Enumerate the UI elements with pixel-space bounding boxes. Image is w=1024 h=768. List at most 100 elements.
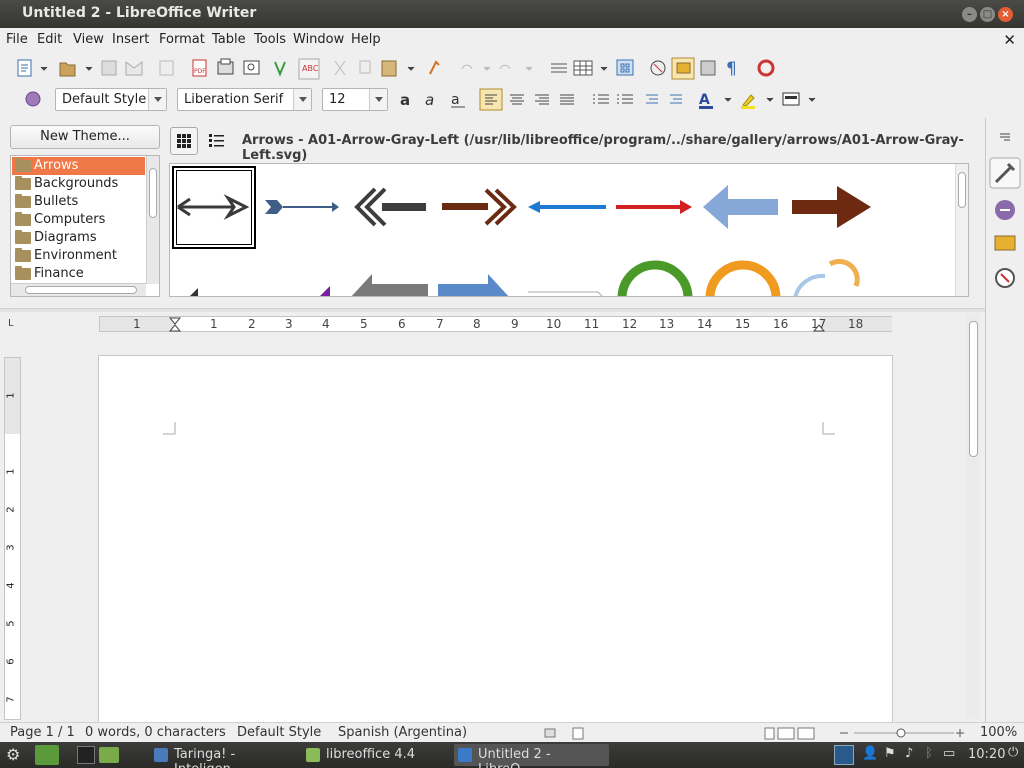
minimize-button[interactable]: – [962,7,977,22]
list-view-icon [209,134,224,147]
status-icons [544,727,815,740]
battery-icon[interactable]: ▭ [943,746,955,761]
document-page[interactable] [98,355,893,725]
menu-table[interactable]: Table [212,32,246,47]
menu-help[interactable]: Help [351,32,381,47]
task-taringa[interactable]: Taringa! - Inteligen... [150,744,300,768]
ruler-tick: 16 [773,317,789,331]
icon-view-button[interactable] [170,127,198,155]
network-icon[interactable]: ⚑ [884,746,896,761]
single-page-view-icon [764,727,775,740]
standard-toolbar-icons: PDF ABC ¶ [17,57,775,80]
gallery-items-pane[interactable] [169,163,969,297]
menu-insert[interactable]: Insert [112,32,149,47]
standard-toolbar: PDF ABC ¶ [0,52,1024,84]
gallery-item-arrow-lightblue-left[interactable] [703,185,778,229]
menu-format[interactable]: Format [159,32,205,47]
svg-text:PDF: PDF [194,68,206,75]
gallery-item-arrow-double-chevron-left[interactable] [354,187,426,227]
window-title: Untitled 2 - LibreOffice Writer [22,5,257,21]
show-desktop-icon[interactable] [35,745,59,765]
right-indent-icon[interactable] [812,317,828,333]
menu-window[interactable]: Window [293,32,344,47]
gallery-thumbnails [177,185,871,296]
menu-edit[interactable]: Edit [37,32,62,47]
file-manager-icon[interactable] [99,747,119,763]
vruler-tick: 6 [5,658,17,665]
ruler-tick: 11 [584,317,600,331]
horizontal-ruler[interactable]: 1 1 2 3 4 5 6 7 8 9 10 11 12 13 14 15 16… [99,316,892,332]
menu-tools[interactable]: Tools [254,32,286,47]
document-vscrollbar[interactable] [966,313,980,719]
svg-text:a: a [451,92,460,108]
close-document-icon[interactable]: ✕ [1003,31,1016,49]
task-libreoffice-folder[interactable]: libreoffice 4.4 [302,744,450,766]
svg-text:ABC: ABC [302,64,319,73]
theme-item-computers[interactable]: Computers [12,211,145,229]
zoom-slider-handle [896,728,906,738]
power-icon[interactable]: ⏻ [1008,745,1018,760]
gallery-item-arrow-blue-right[interactable] [265,200,339,214]
folder-icon [15,176,31,190]
menu-file[interactable]: File [6,32,28,47]
clock[interactable]: 10:20 [968,747,1005,762]
font-name-combo[interactable]: Liberation Serif [177,88,312,111]
page-style[interactable]: Default Style [237,725,321,740]
close-window-button[interactable]: × [998,7,1013,22]
chevron-down-icon[interactable] [293,89,311,110]
chevron-down-icon[interactable] [369,89,387,110]
folder-icon [15,212,31,226]
theme-list[interactable]: Arrows Backgrounds Bullets Computers Dia… [10,155,160,297]
theme-item-diagrams[interactable]: Diagrams [12,229,145,247]
theme-item-arrows[interactable]: Arrows [12,157,145,175]
menu-view[interactable]: View [73,32,104,47]
gallery-selected-item[interactable] [172,166,256,249]
gallery-item-arrow-brown-double-right[interactable] [442,188,517,226]
text-boundary-marks [163,422,835,435]
bluetooth-icon[interactable]: ᛒ [925,746,933,761]
vruler-tick: 4 [5,582,17,589]
theme-item-finance[interactable]: Finance [12,265,145,283]
gallery-item-arrow-darkbrown-right[interactable] [792,186,871,228]
theme-item-backgrounds[interactable]: Backgrounds [12,175,145,193]
zoom-level[interactable]: 100% [980,725,1017,740]
theme-list-hscrollbar[interactable] [11,283,146,296]
system-monitor-icon[interactable] [834,745,854,765]
gallery-item-arrow-blue-left[interactable] [528,201,606,213]
ruler-tick: 7 [436,317,444,331]
theme-list-vscrollbar[interactable] [146,156,159,284]
vruler-tick: 3 [5,544,17,551]
svg-text:a: a [425,91,434,109]
ruler-tick: 9 [511,317,519,331]
gallery-splitter[interactable] [0,308,985,312]
new-theme-button[interactable]: New Theme... [10,125,160,149]
paragraph-style-combo[interactable]: Default Style [55,88,167,111]
detail-view-button[interactable] [203,127,231,155]
task-writer[interactable]: Untitled 2 - LibreO... [454,744,609,768]
ruler-tick: 4 [322,317,330,331]
maximize-button[interactable]: □ [980,7,995,22]
page-count[interactable]: Page 1 / 1 [10,725,75,740]
word-count[interactable]: 0 words, 0 characters [85,725,226,740]
language-status[interactable]: Spanish (Argentina) [338,725,467,740]
theme-item-environment[interactable]: Environment [12,247,145,265]
gallery-item-arrow-red-right[interactable] [616,200,692,214]
vertical-ruler[interactable]: 1 1 2 3 4 5 6 7 [4,357,21,720]
ruler-tick: 18 [848,317,864,331]
settings-gear-icon[interactable]: ⚙ [6,745,20,764]
font-name-value: Liberation Serif [184,92,284,107]
tab-stop-selector[interactable]: L [8,318,14,329]
left-indent-icon[interactable] [168,317,184,333]
chevron-down-icon[interactable] [148,89,166,110]
zoom-slider[interactable] [836,725,971,741]
font-size-combo[interactable]: 12 [322,88,388,111]
gallery-vscrollbar[interactable] [955,164,968,296]
status-bar: Page 1 / 1 0 words, 0 characters Default… [0,722,1024,742]
folder-icon [306,748,320,762]
theme-item-bullets[interactable]: Bullets [12,193,145,211]
folder-icon [15,248,31,262]
user-icon[interactable]: 👤 [862,746,878,761]
svg-text:A: A [699,92,710,108]
terminal-icon[interactable] [77,746,95,764]
volume-icon[interactable]: ♪ [905,746,913,761]
